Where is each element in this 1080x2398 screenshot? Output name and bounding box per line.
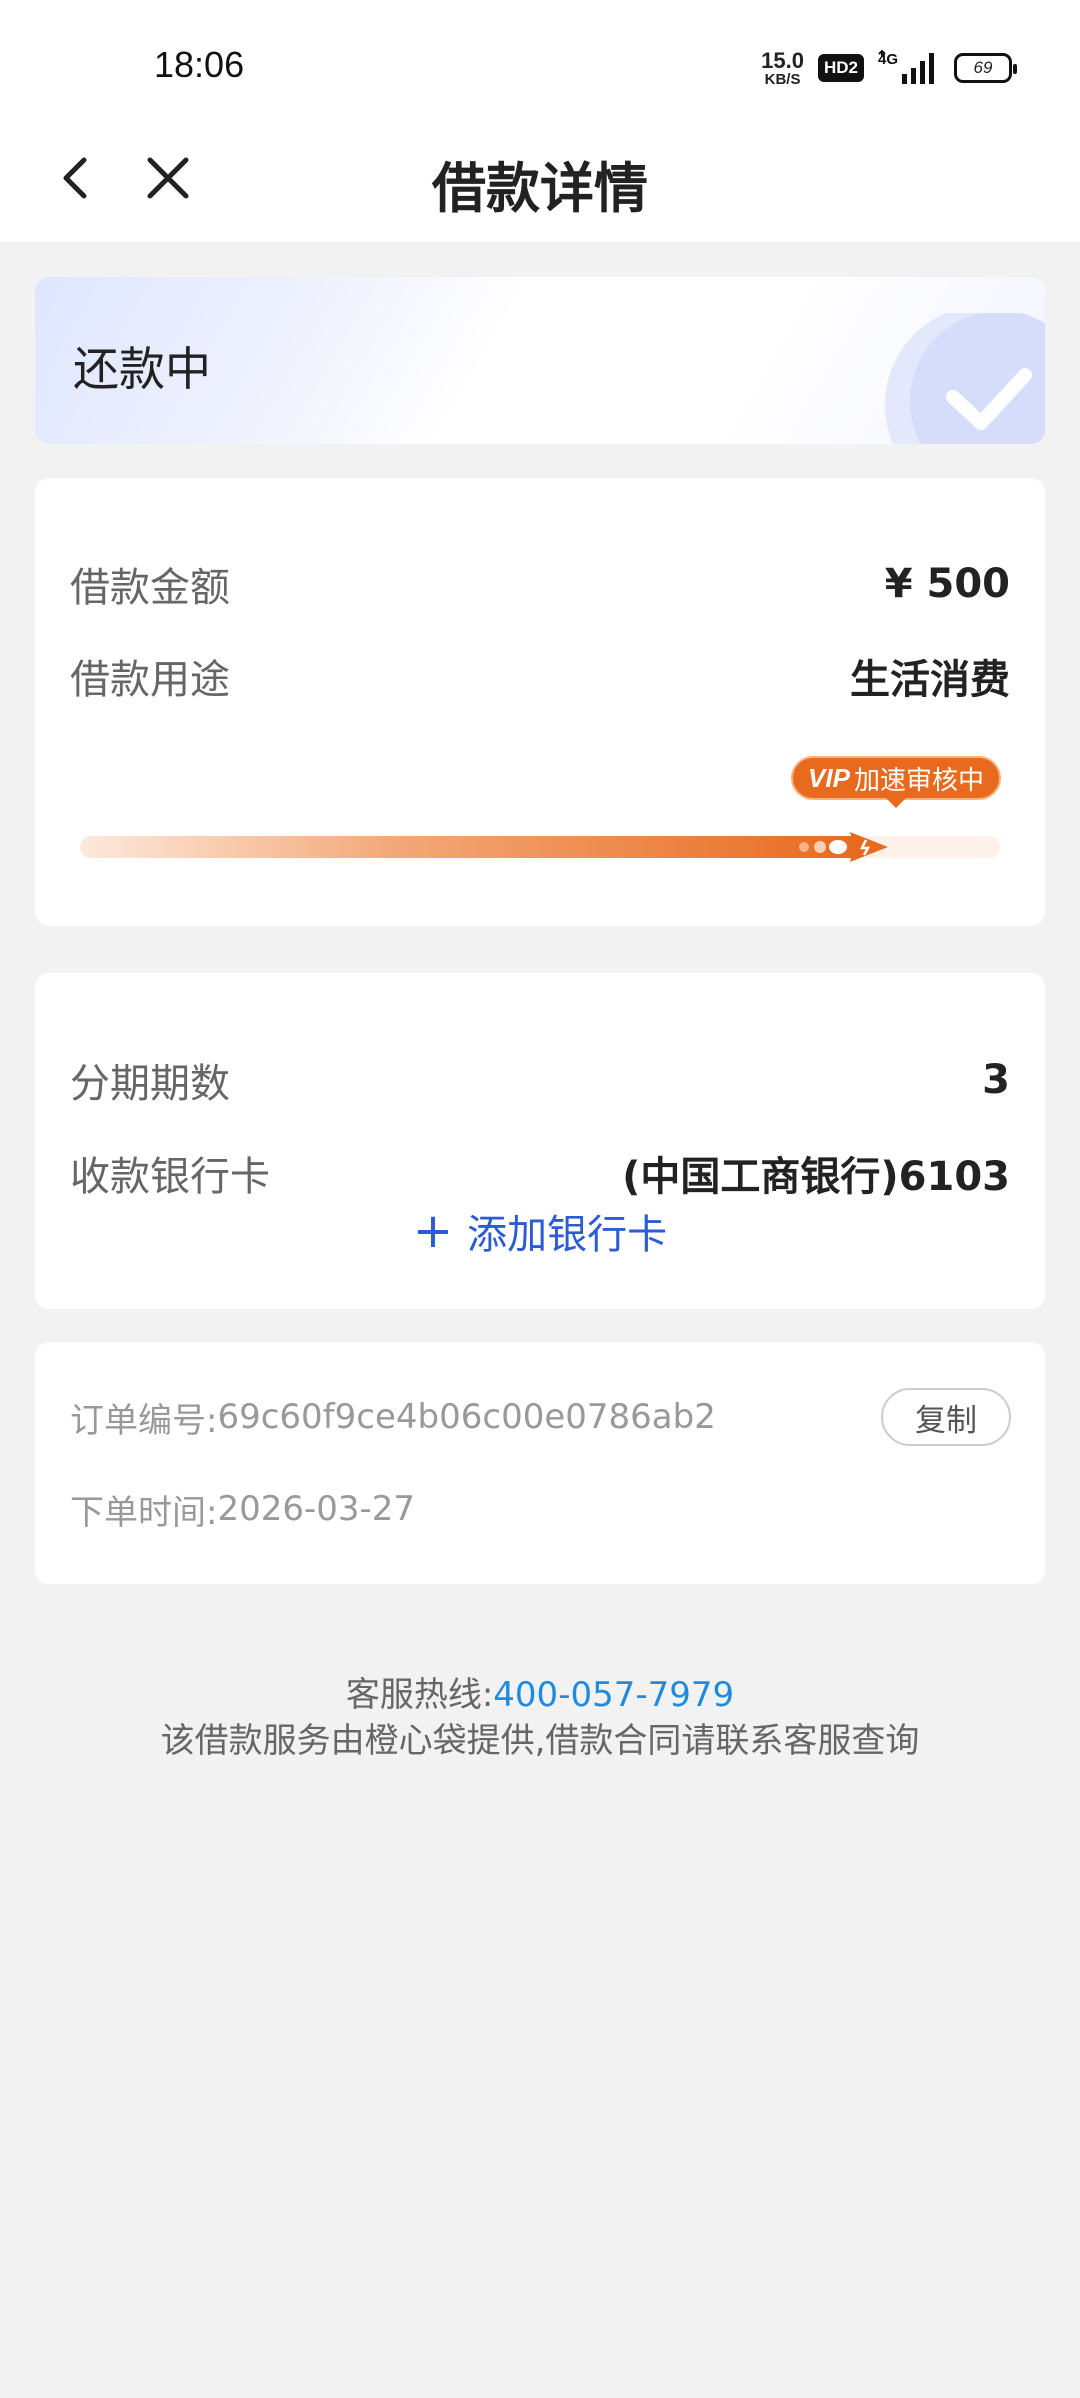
progress-fill bbox=[80, 836, 866, 858]
vip-label: VIP bbox=[808, 762, 850, 793]
status-bar: 18:06 15.0 KB/S HD2 4G 69 bbox=[0, 0, 1080, 120]
status-time: 18:06 bbox=[154, 44, 245, 85]
loan-amount-value: ¥ 500 bbox=[884, 561, 1010, 607]
order-number-row: 订单编号: 69c60f9ce4b06c00e0786ab2 bbox=[70, 1387, 716, 1447]
order-number-value: 69c60f9ce4b06c00e0786ab2 bbox=[217, 1397, 716, 1437]
bank-card-row: 收款银行卡 (中国工商银行)6103 bbox=[70, 1143, 1010, 1203]
status-icons: 15.0 KB/S HD2 4G 69 bbox=[761, 46, 1017, 90]
installment-periods-row: 分期期数 3 bbox=[70, 1050, 1010, 1110]
order-info-card: 订单编号: 69c60f9ce4b06c00e0786ab2 复制 下单时间: … bbox=[35, 1342, 1045, 1584]
battery-icon: 69 bbox=[954, 53, 1017, 83]
loan-amount-label: 借款金额 bbox=[70, 565, 230, 611]
network-speed-value: 15.0 bbox=[761, 47, 804, 73]
check-circle-icon bbox=[885, 313, 1045, 444]
loan-amount-row: 借款金额 ¥ 500 bbox=[70, 554, 1010, 614]
battery-level: 69 bbox=[973, 58, 993, 77]
loan-purpose-value: 生活消费 bbox=[850, 657, 1010, 703]
hotline-line: 客服热线:400-057-7979 bbox=[0, 1672, 1080, 1718]
review-progress-bar bbox=[80, 832, 1000, 862]
loan-info-card: 借款金额 ¥ 500 借款用途 生活消费 VIP 加速审核中 bbox=[35, 478, 1045, 926]
loan-status-text: 还款中 bbox=[73, 342, 211, 396]
order-time-label: 下单时间: bbox=[70, 1492, 218, 1533]
hotline-label: 客服热线: bbox=[345, 1675, 494, 1715]
network-speed: 15.0 KB/S bbox=[761, 47, 804, 88]
loan-purpose-row: 借款用途 生活消费 bbox=[70, 646, 1010, 706]
nav-bar: 借款详情 bbox=[0, 120, 1080, 242]
copy-button[interactable]: 复制 bbox=[881, 1388, 1011, 1446]
loan-purpose-label: 借款用途 bbox=[70, 657, 230, 703]
add-bank-card-label: 添加银行卡 bbox=[467, 1212, 668, 1258]
plus-icon: + bbox=[412, 1203, 454, 1259]
network-speed-unit: KB/S bbox=[764, 70, 801, 88]
add-bank-card-button[interactable]: + 添加银行卡 bbox=[35, 1201, 1045, 1261]
hotline-number[interactable]: 400-057-7979 bbox=[493, 1675, 734, 1715]
order-time-value: 2026-03-27 bbox=[217, 1489, 416, 1529]
bank-card-label: 收款银行卡 bbox=[70, 1154, 270, 1200]
footer: 客服热线:400-057-7979 该借款服务由橙心袋提供,借款合同请联系客服查… bbox=[0, 1672, 1080, 1764]
vip-review-badge: VIP 加速审核中 bbox=[791, 756, 1001, 808]
installment-periods-label: 分期期数 bbox=[70, 1061, 230, 1107]
signal-icon: 4G bbox=[878, 49, 934, 84]
hd-icon: HD2 bbox=[817, 54, 864, 82]
vip-review-text: 加速审核中 bbox=[853, 765, 984, 796]
page-title: 借款详情 bbox=[432, 157, 648, 220]
bank-card-value: (中国工商银行)6103 bbox=[622, 1154, 1010, 1200]
order-time-row: 下单时间: 2026-03-27 bbox=[70, 1479, 415, 1539]
installment-card: 分期期数 3 收款银行卡 (中国工商银行)6103 + 添加银行卡 bbox=[35, 973, 1045, 1309]
loan-status-card: 还款中 bbox=[35, 277, 1045, 444]
service-disclaimer: 该借款服务由橙心袋提供,借款合同请联系客服查询 bbox=[160, 1721, 920, 1761]
installment-periods-value: 3 bbox=[982, 1057, 1010, 1103]
order-number-label: 订单编号: bbox=[70, 1400, 218, 1441]
